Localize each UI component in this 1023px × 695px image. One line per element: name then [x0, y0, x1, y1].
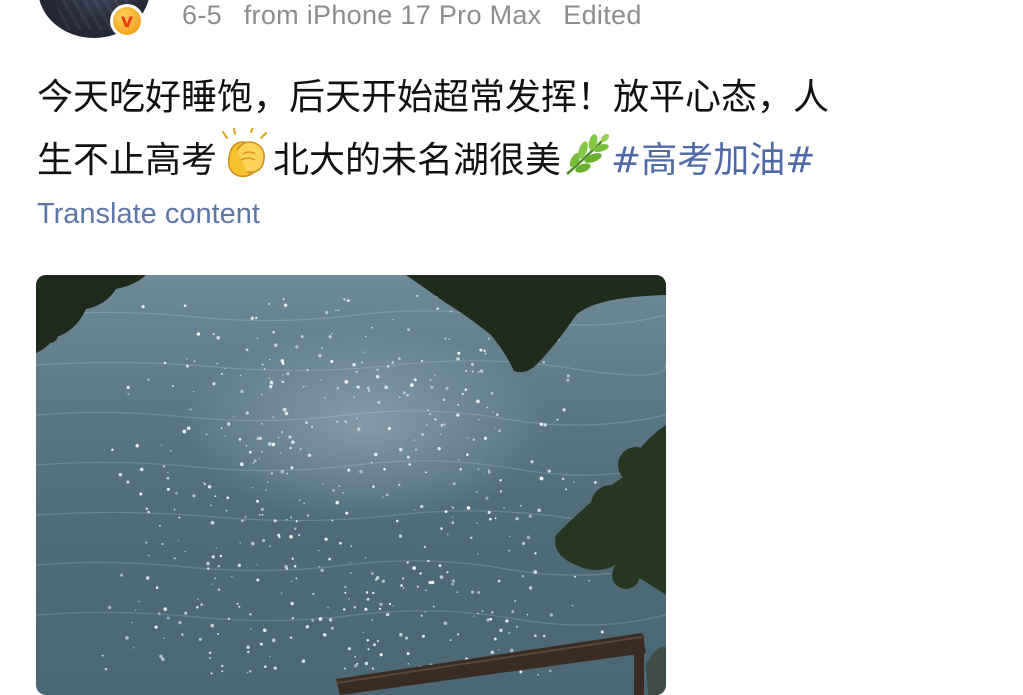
herb-icon	[561, 132, 611, 197]
edited-label: Edited	[563, 0, 642, 30]
post-text-segment-2: 北大的未名湖很美	[273, 140, 562, 181]
post-text: 今天吃好睡饱，后天开始超常发挥！放平心态，人 生不止高考 北大的未名湖很美 #高…	[37, 68, 967, 197]
post-line-1: 今天吃好睡饱，后天开始超常发挥！放平心态，人	[37, 77, 830, 118]
clapping-hands-icon	[217, 126, 273, 197]
post-image-lake[interactable]	[36, 275, 666, 695]
post-meta: 6-5 from iPhone 17 Pro Max Edited	[182, 0, 656, 31]
post-text-segment-1: 生不止高考	[37, 140, 218, 181]
hashtag-link[interactable]: #高考加油#	[611, 140, 815, 181]
translate-content-link[interactable]: Translate content	[37, 198, 260, 231]
verified-badge-icon: v	[110, 4, 144, 38]
post-date: 6-5	[182, 0, 222, 30]
verified-badge-letter: v	[113, 7, 141, 35]
post-source: from iPhone 17 Pro Max	[243, 0, 542, 30]
post-line-2: 生不止高考 北大的未名湖很美 #高考加油#	[37, 126, 967, 197]
